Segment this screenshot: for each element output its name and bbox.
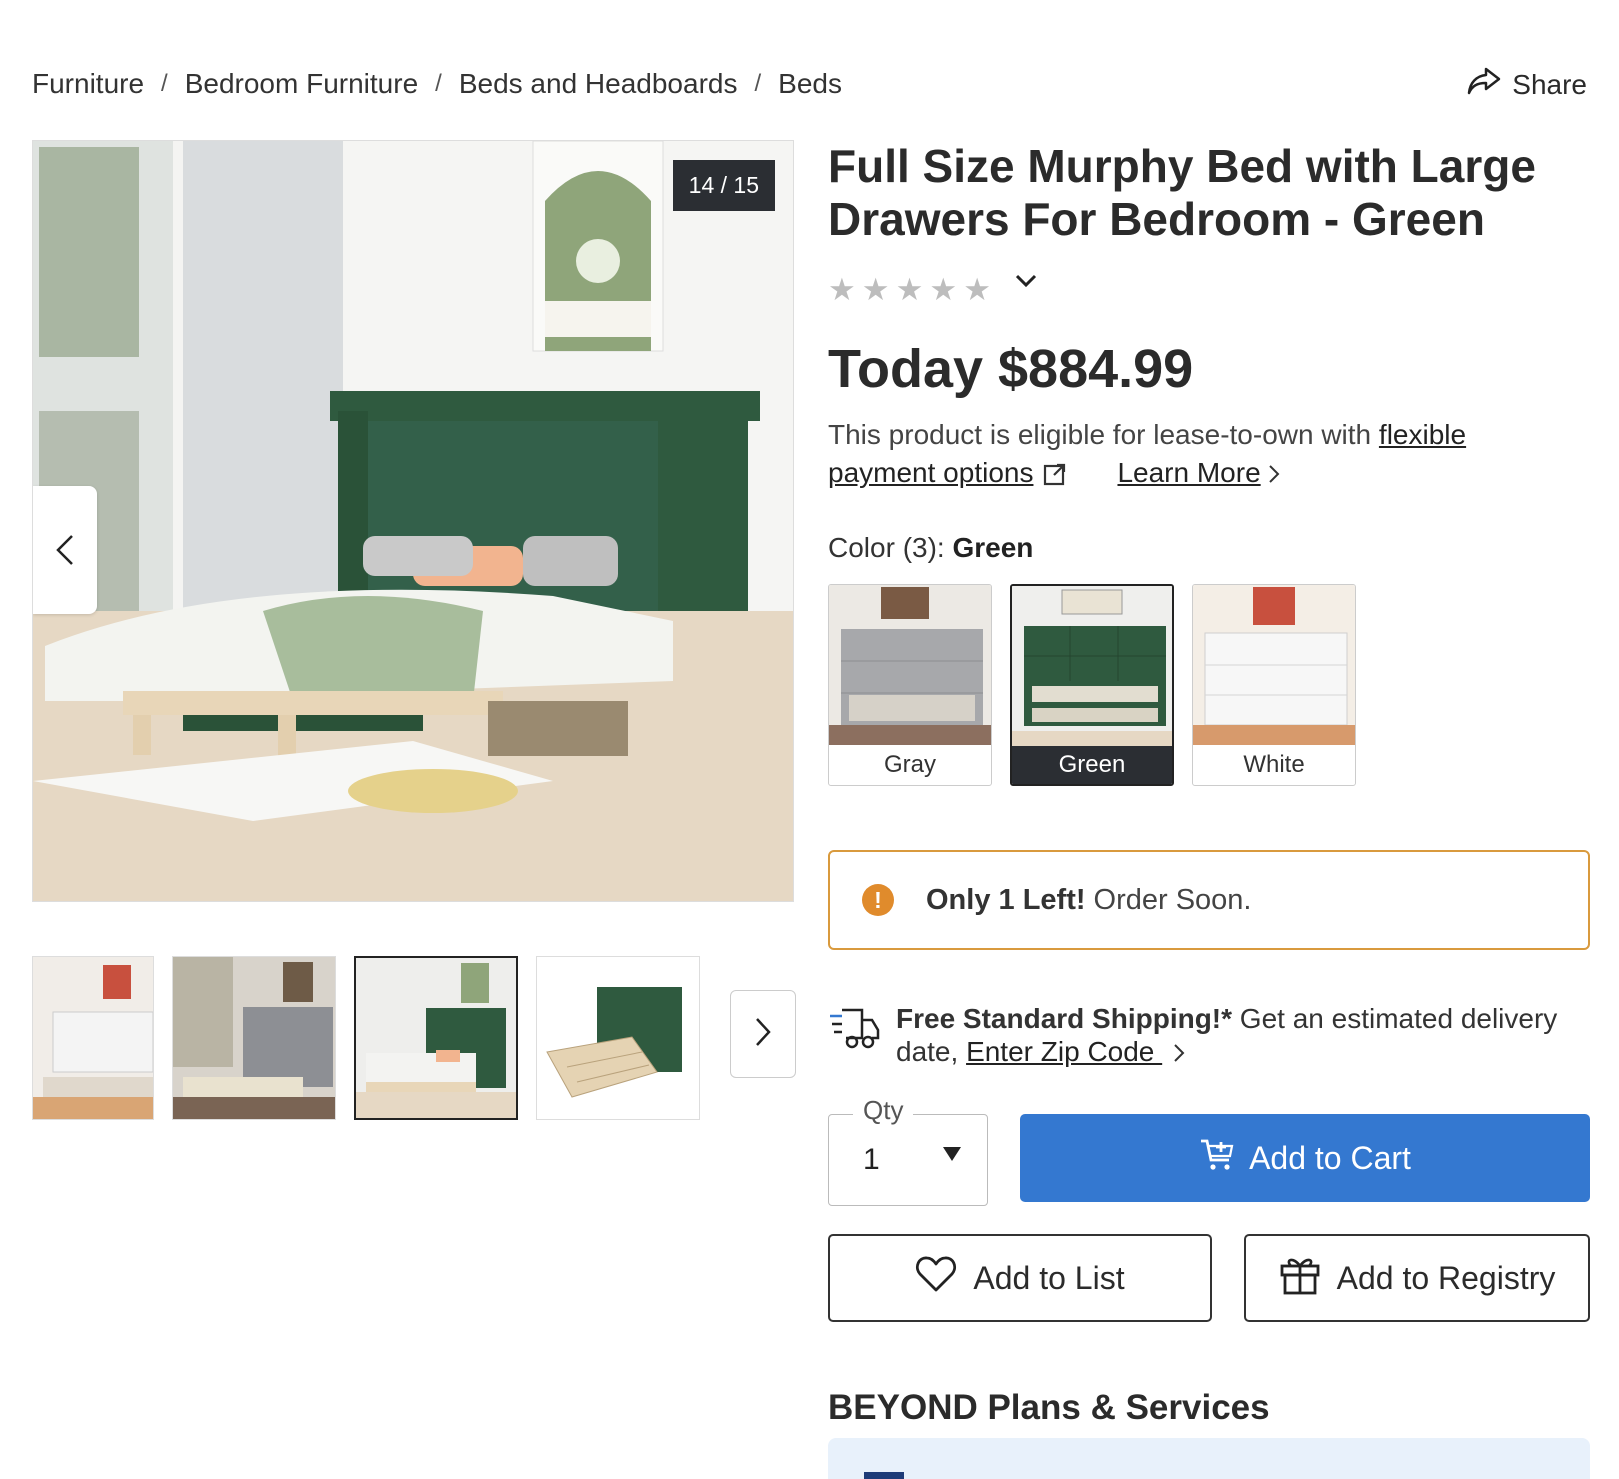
- heart-icon: [915, 1255, 957, 1301]
- share-label: Share: [1512, 68, 1587, 100]
- color-label-text: Color (3):: [828, 532, 953, 563]
- breadcrumb-bedroom-furniture[interactable]: Bedroom Furniture: [185, 68, 418, 100]
- swatch-white-label: White: [1243, 751, 1305, 778]
- beyond-logo-icon: [864, 1472, 904, 1479]
- star-icon: ★: [895, 272, 924, 307]
- swatch-gray-label: Gray: [883, 751, 936, 778]
- add-to-list-button[interactable]: Add to List: [828, 1234, 1212, 1322]
- rating-stars[interactable]: ★ ★ ★ ★ ★: [828, 272, 1037, 308]
- chevron-down-icon[interactable]: [1015, 274, 1037, 293]
- breadcrumb-separator: /: [161, 70, 168, 97]
- star-icon: ★: [828, 272, 856, 307]
- color-label: Color (3): Green: [828, 532, 1033, 564]
- swatch-gray-image: [829, 585, 991, 745]
- add-to-cart-label: Add to Cart: [1249, 1139, 1411, 1176]
- delivery-truck-icon: [828, 1004, 880, 1068]
- swatch-white[interactable]: White: [1192, 584, 1356, 786]
- murphy-bed-photo: [33, 141, 793, 901]
- thumbnail-gray-bed[interactable]: [172, 956, 336, 1120]
- add-to-registry-button[interactable]: Add to Registry: [1244, 1234, 1590, 1322]
- share-arrow-icon: [1466, 66, 1502, 103]
- color-swatches: Gray Green White: [828, 584, 1356, 786]
- beyond-plans-panel: [828, 1438, 1590, 1479]
- star-icon: ★: [861, 272, 890, 307]
- cart-icon: [1199, 1136, 1235, 1180]
- thumbnail-bed-diagram[interactable]: [536, 956, 700, 1120]
- swatch-white-image: [1193, 585, 1355, 745]
- low-stock-alert: ! Only 1 Left! Order Soon.: [828, 850, 1590, 950]
- star-icon: ★: [929, 272, 958, 307]
- learn-more-link[interactable]: Learn More: [1117, 457, 1260, 488]
- warning-icon: !: [862, 884, 894, 916]
- chevron-right-icon: [1261, 457, 1281, 488]
- product-title: Full Size Murphy Bed with Large Drawers …: [828, 140, 1536, 245]
- lease-info: This product is eligible for lease-to-ow…: [828, 416, 1568, 496]
- gift-icon: [1279, 1253, 1321, 1303]
- product-price: Today $884.99: [828, 339, 1194, 399]
- breadcrumb-furniture[interactable]: Furniture: [32, 68, 144, 100]
- thumbnail-next-button[interactable]: [730, 990, 796, 1078]
- breadcrumb-separator: /: [754, 70, 762, 97]
- breadcrumb: Furniture / Bedroom Furniture / Beds and…: [32, 68, 842, 100]
- enter-zip-code-link[interactable]: Enter Zip Code: [966, 1036, 1162, 1067]
- product-details: Full Size Murphy Bed with Large Drawers …: [828, 140, 1590, 1479]
- previous-image-button[interactable]: [33, 486, 97, 614]
- add-to-registry-label: Add to Registry: [1336, 1259, 1556, 1296]
- main-product-image[interactable]: 14 / 15: [32, 140, 794, 902]
- breadcrumb-beds-headboards[interactable]: Beds and Headboards: [459, 68, 738, 100]
- stock-bold: Only 1 Left!: [926, 883, 1086, 916]
- breadcrumb-separator: /: [435, 70, 442, 97]
- thumbnail-green-bed[interactable]: [354, 956, 518, 1120]
- beyond-plans-heading: BEYOND Plans & Services: [828, 1388, 1270, 1427]
- swatch-green-label: Green: [1012, 746, 1172, 784]
- thumbnail-white-bed[interactable]: [32, 956, 154, 1120]
- external-link-icon: [1043, 458, 1067, 496]
- add-to-list-label: Add to List: [973, 1259, 1125, 1296]
- share-button[interactable]: Share: [1466, 66, 1587, 103]
- image-counter: 14 / 15: [672, 160, 775, 211]
- qty-label: Qty: [853, 1095, 914, 1126]
- shipping-info: Free Standard Shipping!* Get an estimate…: [828, 1002, 1590, 1068]
- star-icon: ★: [963, 272, 991, 307]
- shipping-bold: Free Standard Shipping!*: [896, 1003, 1233, 1034]
- selected-color: Green: [952, 532, 1034, 563]
- shipping-text: Free Standard Shipping!* Get an estimate…: [896, 1002, 1590, 1068]
- swatch-green-image: [1012, 586, 1172, 746]
- add-to-cart-button[interactable]: Add to Cart: [1020, 1114, 1590, 1202]
- dropdown-caret-icon: [943, 1147, 961, 1161]
- lease-text: This product is eligible for lease-to-ow…: [828, 419, 1379, 450]
- qty-value: 1: [863, 1143, 880, 1176]
- thumbnail-strip: [32, 956, 796, 1120]
- chevron-right-icon: [754, 1016, 772, 1053]
- stock-text: Order Soon.: [1093, 883, 1252, 916]
- breadcrumb-beds[interactable]: Beds: [778, 68, 842, 100]
- chevron-right-icon: [1162, 1036, 1186, 1067]
- chevron-left-icon: [55, 533, 75, 567]
- swatch-green[interactable]: Green: [1010, 584, 1174, 786]
- quantity-select[interactable]: Qty 1: [828, 1095, 988, 1206]
- swatch-gray[interactable]: Gray: [828, 584, 992, 786]
